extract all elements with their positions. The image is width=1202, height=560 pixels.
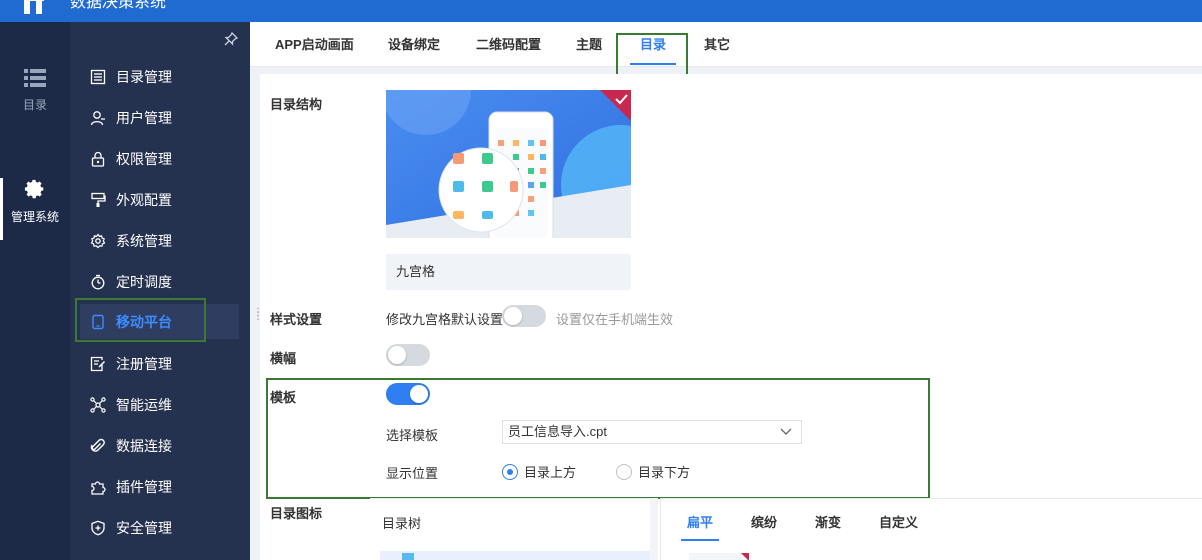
template-label: 模板 (270, 390, 297, 405)
catalog-structure-label: 目录结构 (270, 97, 323, 112)
resize-handle-icon[interactable]: ⋮ ⋮ (253, 308, 263, 322)
sidebar-item-data-connection[interactable]: 数据连接 (80, 428, 239, 463)
sidebar-item-appearance[interactable]: 外观配置 (80, 182, 239, 217)
sidebar-item-registration[interactable]: 注册管理 (80, 346, 239, 381)
selected-corner-icon (741, 553, 749, 560)
sidebar-item-label: 外观配置 (116, 191, 172, 208)
tree-row[interactable] (380, 551, 650, 560)
app-title: 数据决策系统 (70, 0, 167, 11)
list-box-icon (90, 69, 106, 85)
sidebar-item-scheduling[interactable]: 定时调度 (80, 264, 239, 299)
sidebar-item-label: 数据连接 (116, 437, 172, 454)
list-icon (24, 69, 46, 87)
grid-layout-preview[interactable] (386, 90, 631, 238)
radio-dot (502, 463, 518, 480)
tab-app-launch[interactable]: APP启动画面 (275, 22, 354, 67)
style-settings-label: 样式设置 (270, 312, 323, 327)
rail-item-catalog[interactable]: 目录 (0, 68, 70, 113)
highlight-box (75, 298, 206, 342)
link-icon (90, 438, 106, 454)
phone-mockup-illustration (386, 90, 631, 238)
display-position-label: 显示位置 (386, 466, 439, 481)
style-hint: 设置仅在手机端生效 (556, 312, 674, 327)
template-select-value: 员工信息导入.cpt (508, 424, 607, 439)
sidebar-item-users[interactable]: 用户管理 (80, 100, 239, 135)
modify-grid-default-toggle[interactable] (502, 305, 546, 327)
tab-device-binding[interactable]: 设备绑定 (388, 22, 440, 67)
tab-flat[interactable]: 扁平 (680, 512, 720, 541)
sidebar-item-label: 插件管理 (116, 478, 172, 495)
rail-item-label: 管理系统 (10, 210, 59, 224)
clock-icon (90, 274, 106, 290)
brush-icon (90, 192, 106, 208)
catalog-icon-label: 目录图标 (270, 506, 323, 521)
rail-item-label: 目录 (22, 98, 47, 112)
radio-below-catalog[interactable]: 目录下方 (616, 462, 690, 481)
lock-icon (90, 151, 106, 167)
style-toggle-label: 修改九宫格默认设置 (386, 312, 504, 327)
radio-label: 目录上方 (524, 465, 577, 480)
sidebar-item-label: 目录管理 (116, 68, 172, 85)
radio-dot (616, 463, 632, 480)
preview-caption: 九宫格 (386, 254, 631, 290)
sidebar-item-permissions[interactable]: 权限管理 (80, 141, 239, 176)
icon-style-tabs: 扁平 缤纷 渐变 自定义 (660, 498, 1202, 560)
puzzle-icon (90, 479, 106, 495)
gear-icon (24, 179, 44, 199)
sidebar-item-plugins[interactable]: 插件管理 (80, 469, 239, 504)
shield-icon (90, 520, 106, 536)
sidebar-item-label: 系统管理 (116, 232, 172, 249)
tab-theme[interactable]: 主题 (576, 22, 602, 67)
folder-icon (402, 553, 414, 560)
tab-other[interactable]: 其它 (704, 22, 730, 67)
icon-preview[interactable] (689, 553, 749, 560)
banner-toggle[interactable] (386, 344, 430, 366)
sidebar-item-security[interactable]: 安全管理 (80, 510, 239, 545)
select-template-label: 选择模板 (386, 428, 439, 443)
sidebar-item-operations[interactable]: 智能运维 (80, 387, 239, 422)
app-logo-icon (24, 0, 46, 14)
tab-bar: APP启动画面 设备绑定 二维码配置 主题 目录 其它 (250, 22, 1202, 67)
rail-item-management[interactable]: 管理系统 (0, 178, 70, 240)
toggle-knob (388, 346, 406, 364)
radio-above-catalog[interactable]: 目录上方 (502, 462, 576, 481)
template-toggle[interactable] (386, 383, 430, 405)
panel-divider[interactable] (650, 498, 658, 560)
left-rail: 目录 管理系统 (0, 22, 70, 560)
sidebar-item-catalog[interactable]: 目录管理 (80, 59, 239, 94)
register-icon (90, 356, 106, 372)
top-bar: 数据决策系统 (0, 0, 1202, 22)
tab-custom[interactable]: 自定义 (879, 512, 918, 531)
sidebar-item-label: 用户管理 (116, 109, 172, 126)
tab-gradient[interactable]: 渐变 (815, 512, 841, 531)
sidebar-item-label: 安全管理 (116, 519, 172, 536)
network-icon (90, 396, 106, 413)
tab-colorful[interactable]: 缤纷 (751, 512, 777, 531)
pin-icon[interactable] (224, 31, 239, 49)
toggle-knob (504, 307, 522, 325)
sidebar-item-label: 定时调度 (116, 273, 172, 290)
catalog-tree-panel: 目录树 (370, 498, 656, 560)
sidebar-item-label: 注册管理 (116, 355, 172, 372)
radio-label: 目录下方 (638, 465, 691, 480)
sidebar-item-label: 智能运维 (116, 396, 172, 413)
banner-label: 横幅 (270, 351, 297, 366)
chevron-down-icon (780, 428, 792, 435)
user-icon (90, 110, 106, 126)
toggle-knob (410, 385, 428, 403)
tab-qrcode-config[interactable]: 二维码配置 (476, 22, 541, 67)
sidebar-item-system[interactable]: 系统管理 (80, 223, 239, 258)
template-select[interactable]: 员工信息导入.cpt (502, 420, 802, 444)
sidebar-item-label: 权限管理 (116, 150, 172, 167)
gear-icon (90, 233, 106, 249)
catalog-tree-header: 目录树 (382, 516, 422, 531)
